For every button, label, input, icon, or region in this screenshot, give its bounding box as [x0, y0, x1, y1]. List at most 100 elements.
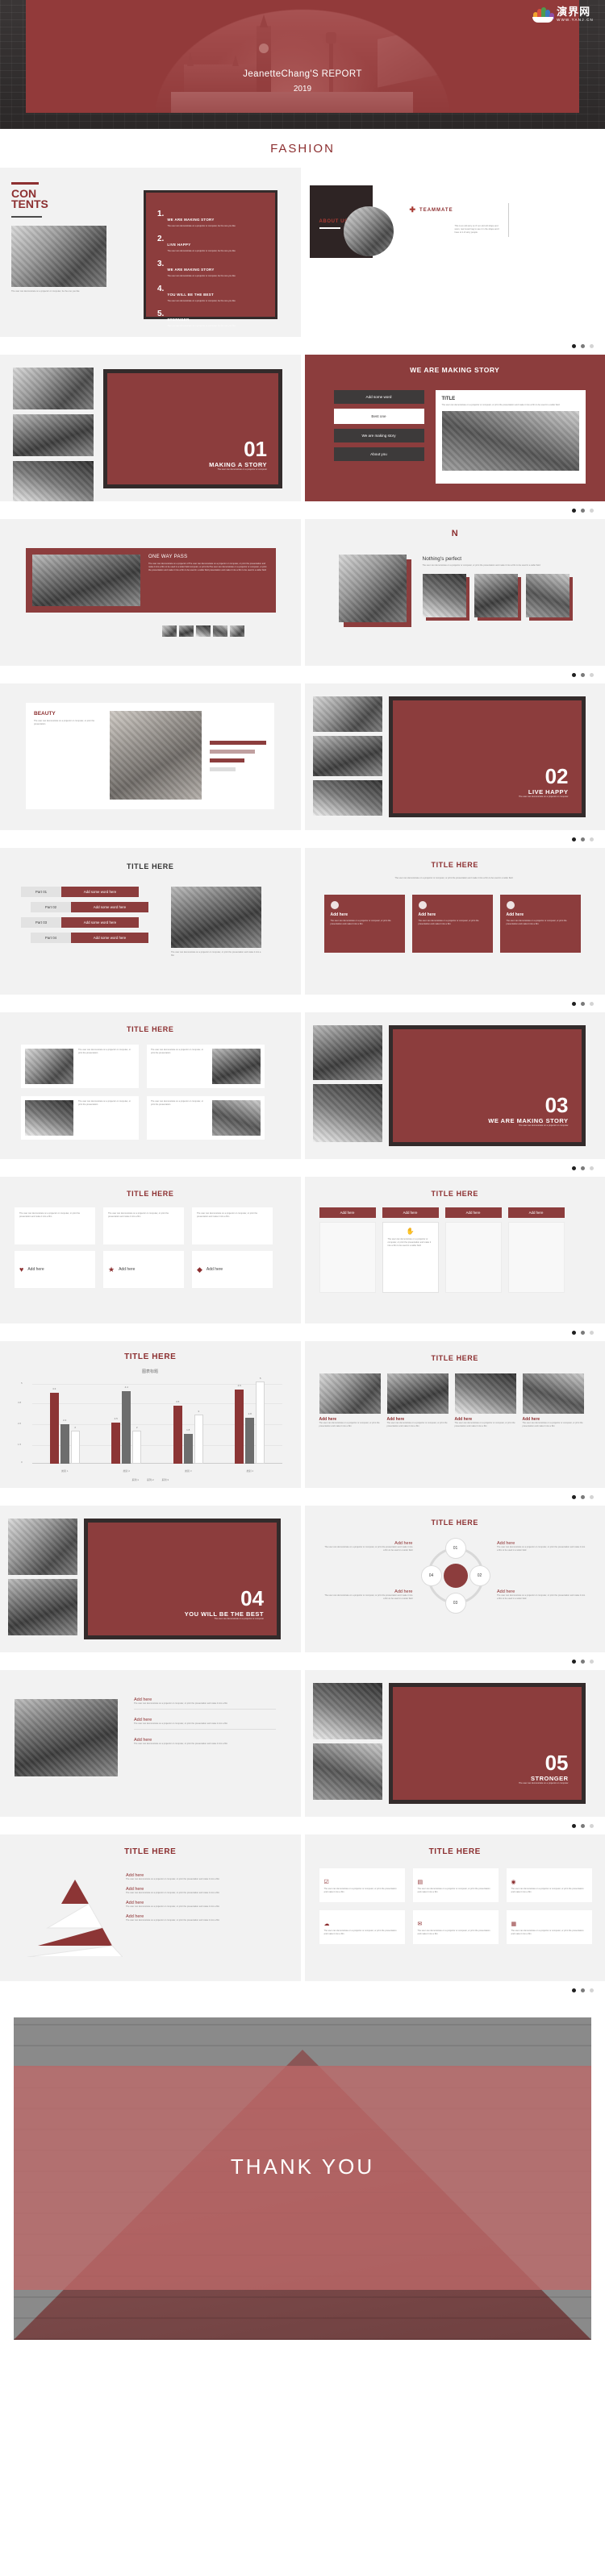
slide-contents[interactable]: CON TENTS The user can demonstrate on a … [0, 168, 301, 337]
slide-circle-diagram[interactable]: TITLE HERE Add here The user can demonst… [304, 1506, 605, 1652]
list-item[interactable]: 4. YOU WILL BE THE BEST The user can dem… [157, 285, 264, 303]
dot-2[interactable] [581, 1001, 585, 1006]
thumb-4[interactable] [212, 625, 227, 637]
slide-one-way-pass[interactable]: ONE WAY PASS The user can demonstrate on… [0, 519, 301, 666]
slide-section-05[interactable]: 05 STRONGER The user can demonstrate on … [304, 1670, 605, 1817]
dot-3[interactable] [590, 1494, 594, 1499]
dot-1[interactable] [572, 1988, 576, 1992]
grid-cell[interactable]: The user can demonstrate on a projector … [21, 1096, 139, 1140]
list-item[interactable]: 5. STORNGER The user can demonstrate on … [157, 310, 264, 328]
pager-dots[interactable] [0, 337, 605, 355]
thumb-1[interactable] [161, 625, 177, 637]
dot-1[interactable] [572, 1659, 576, 1664]
pager-dots[interactable] [0, 666, 605, 683]
pager-dots[interactable] [0, 1159, 605, 1177]
pager-dots[interactable] [0, 1817, 605, 1834]
dot-2[interactable] [581, 1659, 585, 1664]
dot-2[interactable] [581, 1823, 585, 1828]
dot-3[interactable] [590, 1165, 594, 1170]
slide-check-grid[interactable]: TITLE HERE ☑ The user can demonstrate on… [304, 1834, 605, 1981]
check-cell[interactable]: ☑ The user can demonstrate on a projecto… [319, 1868, 405, 1902]
button-add-some-word[interactable]: Add some word [333, 390, 424, 404]
photo-item[interactable]: Add here The user can demonstrate on a p… [386, 1373, 449, 1428]
part-row[interactable]: Part 02 Add some word here [31, 902, 150, 912]
photo-item[interactable]: Add here The user can demonstrate on a p… [522, 1373, 584, 1428]
check-cell[interactable]: ◉ The user can demonstrate on a projecto… [506, 1868, 592, 1902]
dot-3[interactable] [590, 1823, 594, 1828]
icon-card[interactable]: ♥ Add here [15, 1251, 95, 1288]
button-about-you[interactable]: About you [333, 447, 424, 461]
dot-2[interactable] [581, 508, 585, 513]
photo-item[interactable]: Add here The user can demonstrate on a p… [319, 1373, 381, 1428]
tab-1[interactable]: Add here [319, 1207, 376, 1218]
dot-2[interactable] [581, 343, 585, 348]
slide-beauty[interactable]: BEAUTY The user can demonstrate on a pro… [0, 683, 301, 830]
card[interactable]: Add here The user can demonstrate on a p… [411, 895, 493, 953]
part-row[interactable]: Part 01 Add some word here [21, 887, 150, 897]
pager-dots[interactable] [0, 830, 605, 848]
card[interactable]: Add here The user can demonstrate on a p… [323, 895, 405, 953]
dot-2[interactable] [581, 1165, 585, 1170]
check-cell[interactable]: ▤ The user can demonstrate on a projecto… [412, 1868, 499, 1902]
icon-card[interactable]: The user can demonstrate on a projector … [103, 1207, 184, 1244]
icon-card[interactable]: The user can demonstrate on a projector … [15, 1207, 95, 1244]
slide-tabs[interactable]: TITLE HERE Add here Add here Add here Ad… [304, 1177, 605, 1323]
tab-2[interactable]: Add here [382, 1207, 439, 1218]
node-03[interactable]: 03 [444, 1593, 466, 1614]
slide-chart[interactable]: TITLE HERE 图表标题 5 3.8 2.6 1.5 0 4.3 2.4 … [0, 1341, 301, 1488]
slide-making-story[interactable]: WE ARE MAKING STORY Add some word Best o… [304, 355, 605, 501]
slide-pyramid[interactable]: TITLE HERE Add here The user can demonst… [0, 1834, 301, 1981]
grid-cell[interactable]: The user can demonstrate on a projector … [21, 1045, 139, 1088]
slide-nothings-perfect[interactable]: N Nothing's perfect The user can demonst… [304, 519, 605, 666]
pager-dots[interactable] [0, 1323, 605, 1341]
tab-3[interactable]: Add here [444, 1207, 502, 1218]
dot-1[interactable] [572, 1165, 576, 1170]
site-logo[interactable]: 演界网 WWW.YANJ.CN [532, 6, 594, 23]
thumb-5[interactable] [229, 625, 244, 637]
button-we-are-making-story[interactable]: We are making story [333, 429, 424, 442]
dot-3[interactable] [590, 1659, 594, 1664]
dot-1[interactable] [572, 837, 576, 841]
slide-photo-grid[interactable]: TITLE HERE The user can demonstrate on a… [0, 1012, 301, 1159]
cover-slide[interactable]: JeanetteChang'S REPORT 2019 演界网 WWW.YANJ… [0, 0, 605, 129]
dot-1[interactable] [572, 672, 576, 677]
slide-about-us[interactable]: ABOUT US ✚ TEAMMATE This is an old story… [304, 168, 605, 337]
tab-4[interactable]: Add here [507, 1207, 565, 1218]
dot-1[interactable] [572, 508, 576, 513]
thumb-strip[interactable] [161, 625, 244, 637]
icon-card[interactable]: ★ Add here [103, 1251, 184, 1288]
grid-cell[interactable]: The user can demonstrate on a projector … [147, 1045, 265, 1088]
slide-section-04[interactable]: 04 YOU WILL BE THE BEST The user can dem… [0, 1506, 301, 1652]
grid-cell[interactable]: The user can demonstrate on a projector … [147, 1096, 265, 1140]
slide-icons[interactable]: TITLE HERE The user can demonstrate on a… [0, 1177, 301, 1323]
pager-dots[interactable] [0, 995, 605, 1012]
slide-section-02[interactable]: 02 LIVE HAPPY The user can demonstrate o… [304, 683, 605, 830]
dot-2[interactable] [581, 672, 585, 677]
dot-1[interactable] [572, 343, 576, 348]
card[interactable]: Add here The user can demonstrate on a p… [499, 895, 581, 953]
pager-dots[interactable] [0, 1652, 605, 1670]
node-01[interactable]: 01 [444, 1538, 466, 1559]
dot-2[interactable] [581, 837, 585, 841]
dot-3[interactable] [590, 1988, 594, 1992]
check-cell[interactable]: ✉ The user can demonstrate on a projecto… [412, 1910, 499, 1944]
part-row[interactable]: Part 03 Add some word here [21, 917, 150, 928]
dot-3[interactable] [590, 837, 594, 841]
part-row[interactable]: Part 04 Add some word here [31, 933, 150, 943]
dot-3[interactable] [590, 672, 594, 677]
slide-section-03[interactable]: 03 WE ARE MAKING STORY The user can demo… [304, 1012, 605, 1159]
thumb-2[interactable] [178, 625, 194, 637]
node-04[interactable]: 04 [420, 1565, 442, 1586]
dot-3[interactable] [590, 343, 594, 348]
slide-thank-you[interactable]: THANK YOU [0, 1999, 605, 2358]
slide-four-photos[interactable]: TITLE HERE Add here The user can demonst… [304, 1341, 605, 1488]
pager-dots[interactable] [0, 1488, 605, 1506]
dot-1[interactable] [572, 1330, 576, 1335]
node-02[interactable]: 02 [469, 1565, 490, 1586]
list-item[interactable]: 2. LIVE HAPPY The user can demonstrate o… [157, 235, 264, 253]
slide-three-cards[interactable]: TITLE HERE The user can demonstrate on a… [304, 848, 605, 995]
icon-card[interactable]: ◆ Add here [192, 1251, 273, 1288]
dot-3[interactable] [590, 508, 594, 513]
dot-1[interactable] [572, 1823, 576, 1828]
check-cell[interactable]: ▦ The user can demonstrate on a projecto… [506, 1910, 592, 1944]
